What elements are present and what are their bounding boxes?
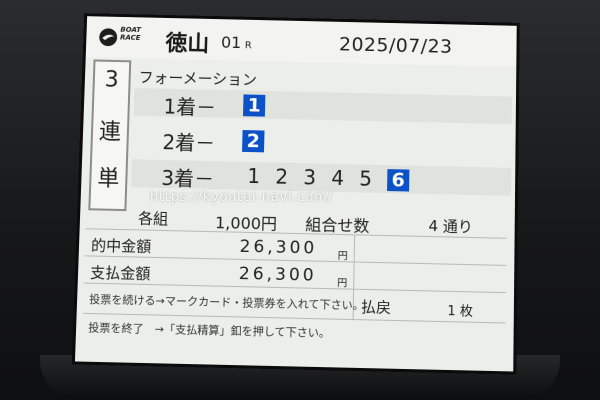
instruction-finish: 投票を終了 →「支払精算」釦を押して下さい。: [88, 321, 331, 340]
selected-boat-number: 2: [242, 130, 265, 153]
bet-type-char: 3: [104, 67, 120, 93]
per-set-label: 各組: [137, 209, 169, 229]
race-suffix: R: [244, 40, 252, 52]
selection-row-first: 1着－ 1: [133, 88, 513, 125]
selection-label: 1着－: [163, 94, 217, 120]
hit-amount-unit: 円: [337, 251, 348, 263]
combinations-value: 4 通り: [428, 216, 474, 237]
boat-number: 5: [359, 166, 373, 191]
boat-number: 2: [275, 164, 289, 189]
payout-amount-value: 26,300: [238, 263, 317, 286]
race-number: 01: [220, 32, 242, 53]
boat-number: 4: [331, 165, 345, 191]
bet-method: フォーメーション: [138, 68, 258, 89]
race-date: 2025/07/23: [338, 33, 453, 58]
boat-number: 1: [247, 163, 261, 189]
instruction-continue: 投票を続ける→マークカード・投票券を入れて下さい。: [88, 292, 364, 313]
hit-amount-value: 26,300: [239, 236, 318, 259]
bet-type-char: 連: [98, 119, 122, 146]
bet-type-char: 単: [96, 166, 120, 192]
boat-race-logo: BOAT RACE: [119, 25, 142, 42]
payout-amount-unit: 円: [337, 278, 348, 290]
boat-race-logo-icon: [99, 28, 118, 47]
hit-amount-label: 的中金額: [90, 236, 152, 256]
refund-label: 払戻: [360, 297, 392, 317]
watermark-url: https://kyoutei-navi.com/: [150, 190, 333, 205]
selection-label: 2着－: [162, 130, 216, 156]
refund-value: 1 枚: [447, 303, 474, 320]
selected-boat-number: 6: [387, 169, 410, 192]
screen-header: BOAT RACE 徳山 01 R 2025/07/23: [85, 16, 517, 68]
selection-label: 3着－: [161, 165, 215, 192]
venue-name: 徳山: [165, 30, 210, 58]
selection-row-second: 2着－ 2: [132, 124, 511, 160]
selected-boat-number: 1: [242, 94, 266, 117]
payout-amount-label: 支払金額: [89, 263, 151, 284]
bet-type-box: 3 連 単: [88, 59, 132, 212]
boat-number: 3: [303, 165, 317, 190]
